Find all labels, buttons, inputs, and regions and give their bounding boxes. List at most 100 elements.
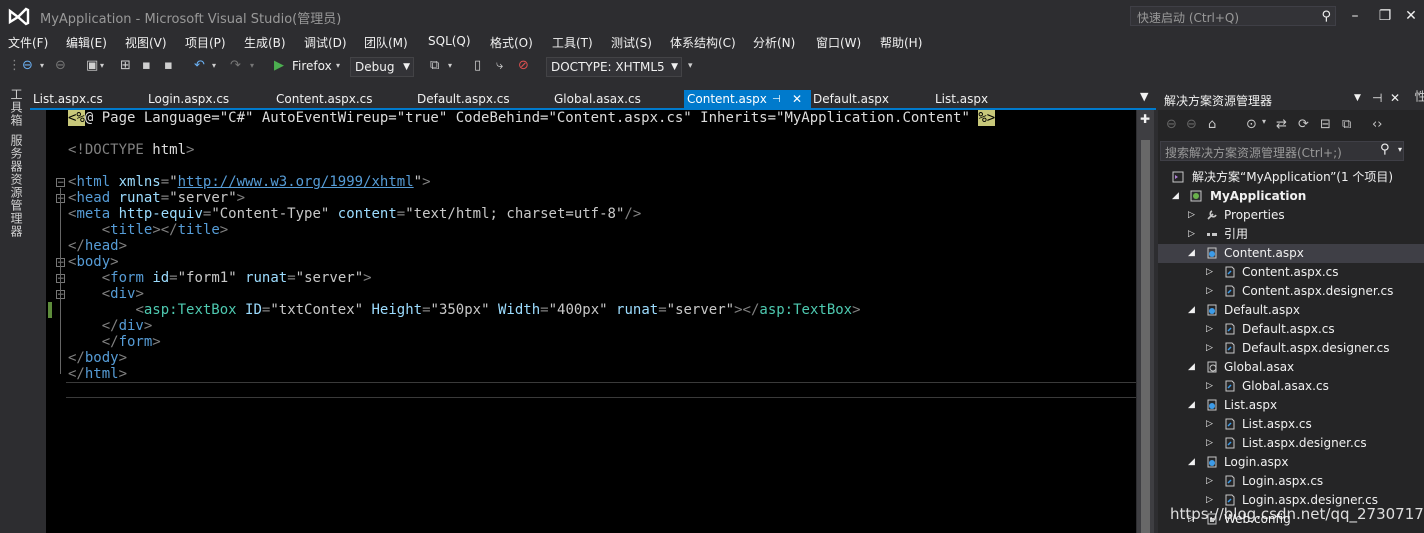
menu-help[interactable]: 帮助(H)	[880, 34, 922, 51]
tab-content-aspx-cs[interactable]: Content.aspx.cs	[273, 90, 396, 109]
navigate-forward-icon[interactable]: ⊖	[55, 54, 66, 78]
tree-item[interactable]: ▷ Default.aspx.designer.cs	[1158, 339, 1424, 358]
menu-view[interactable]: 视图(V)	[125, 34, 167, 51]
close-tab-icon[interactable]: ✕	[792, 90, 802, 109]
menu-test[interactable]: 测试(S)	[611, 34, 652, 51]
tree-item[interactable]: ▷ List.aspx.cs	[1158, 415, 1424, 434]
tree-item[interactable]: ▷ Global.asax.cs	[1158, 377, 1424, 396]
tree-item[interactable]: ▷ List.aspx.designer.cs	[1158, 434, 1424, 453]
new-project-icon[interactable]: ▣	[86, 54, 98, 78]
menu-window[interactable]: 窗口(W)	[816, 34, 861, 51]
quick-launch-box[interactable]: 快速启动 (Ctrl+Q) ⚲	[1130, 6, 1336, 26]
tab-overflow-dropdown-icon[interactable]: ▼	[1140, 90, 1148, 103]
tab-list-aspx[interactable]: List.aspx	[932, 90, 1015, 109]
se-forward-icon[interactable]: ⊖	[1186, 117, 1197, 132]
tree-item[interactable]: ▷ Login.aspx.cs	[1158, 472, 1424, 491]
expand-arrow-icon[interactable]: ▷	[1206, 320, 1213, 339]
menu-format[interactable]: 格式(O)	[490, 34, 533, 51]
tree-item[interactable]: ◢ Content.aspx	[1158, 244, 1424, 263]
server-explorer-tab[interactable]: 服务器资源管理器	[8, 134, 25, 238]
start-debugging-icon[interactable]: ▶	[274, 54, 284, 78]
xmlns-link[interactable]: http://www.w3.org/1999/xhtml	[178, 174, 414, 190]
tab-list-aspx-cs[interactable]: List.aspx.cs	[30, 90, 133, 109]
open-file-icon[interactable]: ⊞	[120, 54, 131, 78]
tab-content-aspx[interactable]: Content.aspx ⊣ ✕	[684, 90, 811, 109]
tree-item[interactable]: ▷ Default.aspx.cs	[1158, 320, 1424, 339]
menu-build[interactable]: 生成(B)	[244, 34, 286, 51]
pin-icon[interactable]: ⊣	[772, 90, 781, 109]
expand-arrow-icon[interactable]: ▷	[1206, 339, 1213, 358]
editor-vertical-scrollbar[interactable]	[1137, 110, 1154, 533]
menu-edit[interactable]: 编辑(E)	[66, 34, 107, 51]
new-project-dropdown-icon[interactable]: ▾	[100, 54, 104, 78]
toolbar-options-icon[interactable]: ▾	[688, 54, 693, 78]
expand-arrow-icon[interactable]: ▷	[1206, 282, 1213, 301]
tree-item[interactable]: ▷ Content.aspx.cs	[1158, 263, 1424, 282]
tab-default-aspx[interactable]: Default.aspx	[810, 90, 913, 109]
solution-search-input[interactable]: 搜索解决方案资源管理器(Ctrl+;)	[1160, 141, 1404, 161]
undo-dropdown-icon[interactable]: ▾	[212, 54, 216, 78]
tree-project[interactable]: ◢ MyApplication	[1158, 187, 1424, 206]
menu-debug[interactable]: 调试(D)	[304, 34, 347, 51]
se-back-icon[interactable]: ⊖	[1166, 117, 1177, 132]
expand-arrow-icon[interactable]: ▷	[1188, 206, 1195, 225]
menu-project[interactable]: 项目(P)	[185, 34, 226, 51]
browser-link-dropdown-icon[interactable]: ▾	[448, 54, 452, 78]
redo-dropdown-icon[interactable]: ▾	[250, 54, 254, 78]
visual-studio-logo-icon[interactable]	[6, 5, 32, 27]
toolbox-tab[interactable]: 工具箱	[8, 88, 25, 127]
expand-arrow-icon[interactable]: ◢	[1172, 187, 1179, 206]
refresh-icon[interactable]: ⟳	[1298, 117, 1309, 132]
format-icon[interactable]: ⤷	[496, 54, 503, 78]
search-icon[interactable]: ⚲	[1380, 142, 1390, 157]
split-window-icon[interactable]: ✚	[1140, 112, 1150, 126]
minimize-button[interactable]: –	[1342, 6, 1368, 26]
tree-item[interactable]: ◢ Login.aspx	[1158, 453, 1424, 472]
show-all-files-icon[interactable]: ⧉	[1342, 117, 1351, 132]
expand-arrow-icon[interactable]: ▷	[1206, 415, 1213, 434]
collapse-arrow-icon[interactable]: ◢	[1188, 453, 1195, 472]
expand-arrow-icon[interactable]: ▷	[1206, 263, 1213, 282]
search-options-dropdown-icon[interactable]: ▾	[1398, 145, 1402, 154]
clear-format-icon[interactable]: ⊘	[518, 54, 529, 78]
tree-item[interactable]: ▷ 引用	[1158, 225, 1424, 244]
undo-icon[interactable]: ↶	[194, 54, 205, 78]
scrollbar-thumb[interactable]	[1141, 140, 1150, 533]
collapse-arrow-icon[interactable]: ◢	[1188, 396, 1195, 415]
tree-item[interactable]: ◢ Default.aspx	[1158, 301, 1424, 320]
menu-sql[interactable]: SQL(Q)	[428, 34, 471, 48]
tab-global-asax-cs[interactable]: Global.asax.cs	[551, 90, 674, 109]
back-dropdown-icon[interactable]: ▾	[40, 54, 44, 78]
configuration-combo[interactable]: Debug ▼	[350, 57, 414, 77]
close-window-button[interactable]: ✕	[1398, 6, 1424, 26]
collapse-arrow-icon[interactable]: ◢	[1188, 358, 1195, 377]
fold-toggle-html[interactable]: −	[56, 178, 65, 188]
collapse-arrow-icon[interactable]: ◢	[1188, 244, 1195, 263]
expand-arrow-icon[interactable]: ▷	[1206, 377, 1213, 396]
doctype-combo[interactable]: DOCTYPE: XHTML5 ▼	[546, 57, 682, 77]
menu-team[interactable]: 团队(M)	[364, 34, 408, 51]
tree-item[interactable]: ◢ Global.asax	[1158, 358, 1424, 377]
tree-item[interactable]: ▷ Properties	[1158, 206, 1424, 225]
redo-icon[interactable]: ↷	[230, 54, 241, 78]
tab-login-aspx-cs[interactable]: Login.aspx.cs	[145, 90, 258, 109]
tree-item[interactable]: ▷ Content.aspx.designer.cs	[1158, 282, 1424, 301]
menu-file[interactable]: 文件(F)	[8, 34, 48, 51]
menu-tools[interactable]: 工具(T)	[552, 34, 593, 51]
pending-dropdown-icon[interactable]: ▾	[1262, 117, 1266, 126]
expand-arrow-icon[interactable]: ▷	[1206, 434, 1213, 453]
sync-icon[interactable]: ⇄	[1276, 117, 1287, 132]
page-icon[interactable]: ▯	[474, 54, 481, 78]
home-icon[interactable]: ⌂	[1208, 117, 1216, 132]
tab-default-aspx-cs[interactable]: Default.aspx.cs	[414, 90, 533, 109]
expand-arrow-icon[interactable]: ▷	[1206, 472, 1213, 491]
collapse-all-icon[interactable]: ⊟	[1320, 117, 1331, 132]
expand-arrow-icon[interactable]: ▷	[1188, 225, 1195, 244]
browser-button[interactable]: Firefox	[292, 54, 332, 78]
pending-changes-icon[interactable]: ⊙	[1246, 117, 1257, 132]
browser-dropdown-icon[interactable]: ▾	[336, 54, 340, 78]
tree-solution[interactable]: 解决方案“MyApplication”(1 个项目)	[1158, 168, 1424, 187]
menu-architecture[interactable]: 体系结构(C)	[670, 34, 736, 51]
code-editor[interactable]: − − − − − <%@ Page Language="C#" AutoEve…	[46, 110, 1136, 533]
tree-item[interactable]: ◢ List.aspx	[1158, 396, 1424, 415]
